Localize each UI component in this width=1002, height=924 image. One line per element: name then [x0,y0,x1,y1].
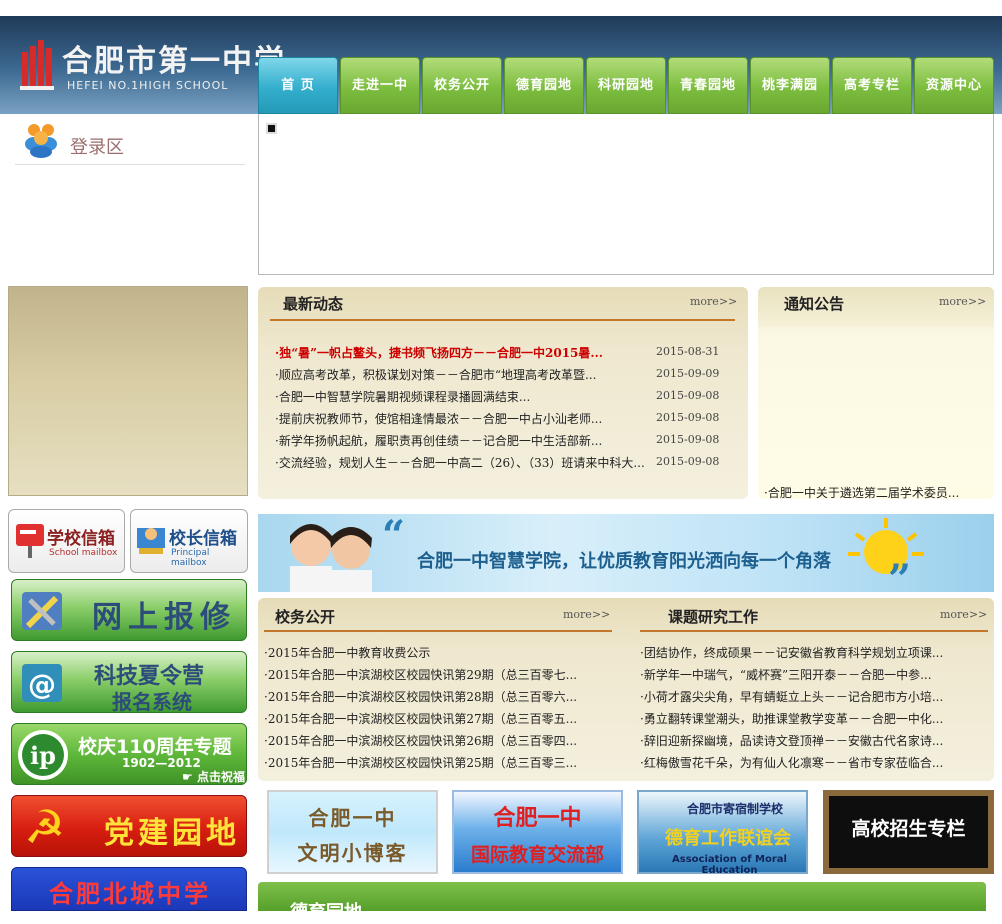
affairs-item-1[interactable]: ·2015年合肥一中滨湖校区校园快讯第29期（总三百零七... [264,666,609,683]
news-date-0: 2015-08-31 [656,345,720,358]
news-item-4[interactable]: ·新学年扬帆起航，履职责再创佳绩－－记合肥一中生活部新... [275,432,647,449]
beicheng-school-label: 合肥北城中学 [49,880,211,908]
party-building-button[interactable]: ☭ 党建园地 [11,795,247,857]
online-repair-label: 网上报修 [92,600,236,635]
nav-alumni[interactable]: 桃李满园 [750,57,830,114]
top-strip [0,0,1002,16]
college-admission-banner[interactable]: 高校招生专栏 [823,790,994,874]
slideshow-control-icon[interactable] [266,123,277,134]
principal-mailbox-en: Principal mailbox [171,548,210,568]
nav-resources[interactable]: 资源中心 [914,57,994,114]
news-item-2[interactable]: ·合肥一中智慧学院暑期视频课程录播圆满结束... [275,388,647,405]
research-item-2[interactable]: ·小荷才露尖尖角，早有蜻蜓立上头－－记合肥市方小培... [640,688,990,705]
research-item-3[interactable]: ·勇立翻转课堂潮头，助推课堂教学变革－－合肥一中化... [640,710,990,727]
news-title: 最新动态 [283,295,344,313]
international-exchange-banner[interactable]: 合肥一中 国际教育交流部 [452,790,623,874]
blog-line2: 文明小博客 [297,841,408,865]
school-name-en: HEFEI NO.1HIGH SCHOOL [67,79,229,92]
school-mailbox-button[interactable]: 学校信箱 School mailbox [8,509,125,573]
nav-moral[interactable]: 德育园地 [504,57,584,114]
login-label[interactable]: 登录区 [70,133,124,159]
nav-affairs[interactable]: 校务公开 [422,57,502,114]
beicheng-school-button[interactable]: 合肥北城中学 [11,867,247,911]
party-building-label: 党建园地 [104,816,240,851]
notice-item-0[interactable]: ·合肥一中关于遴选第二届学术委员... [764,484,989,501]
nav-youth[interactable]: 青春园地 [668,57,748,114]
news-item-0[interactable]: ·独“暑”一帜占鳌头，捷书频飞扬四方－－合肥一中2015暑... [275,344,647,361]
school-mailbox-label: 学校信箱 [47,529,115,549]
affairs-title: 校务公开 [275,608,336,626]
anniversary-logo-icon: ip [18,730,68,780]
nav-about[interactable]: 走进一中 [340,57,420,114]
school-mailbox-en: School mailbox [49,548,118,558]
news-item-1[interactable]: ·顺应高考改革，积极谋划对策－－合肥市“地理高考改革暨... [275,366,647,383]
affairs-item-3[interactable]: ·2015年合肥一中滨湖校区校园快讯第27期（总三百零五... [264,710,609,727]
login-divider [15,164,245,165]
affairs-more-link[interactable]: more>> [563,608,610,621]
hammer-sickle-icon: ☭ [24,800,66,854]
civilized-blog-banner[interactable]: 合肥一中 文明小博客 [267,790,438,874]
svg-text:@: @ [28,668,56,701]
notice-title: 通知公告 [784,295,845,313]
research-divider [640,630,988,632]
nav-research[interactable]: 科研园地 [586,57,666,114]
research-title: 课题研究工作 [668,608,759,626]
college-label: 高校招生专栏 [851,818,966,840]
students-photo [290,524,372,592]
moral-line2: 德育工作联谊会 [665,828,791,849]
anniversary-link: ☛ 点击祝福 [182,770,245,784]
moral-en: Association of Moral Education [672,854,787,876]
news-date-2: 2015-09-08 [656,389,720,402]
moral-education-banner[interactable]: 合肥市寄宿制学校 德育工作联谊会 Association of Moral Ed… [637,790,808,876]
affairs-item-4[interactable]: ·2015年合肥一中滨湖校区校园快讯第26期（总三百零四... [264,732,609,749]
news-date-4: 2015-09-08 [656,433,720,446]
summer-camp-button[interactable]: @ 科技夏令营 报名系统 [11,651,247,713]
news-date-3: 2015-09-08 [656,411,720,424]
quote-open: “ [382,512,406,559]
blog-line1: 合肥一中 [308,806,397,830]
nav-gaokao[interactable]: 高考专栏 [832,57,912,114]
news-item-3[interactable]: ·提前庆祝教师节，使馆相逢情最浓－－合肥一中占小汕老师... [275,410,647,427]
research-more-link[interactable]: more>> [940,608,987,621]
affairs-divider [264,630,612,632]
users-icon [25,124,57,158]
online-repair-button[interactable]: 网上报修 [11,579,247,641]
principal-mailbox-label: 校长信箱 [169,529,237,549]
left-photo-placeholder[interactable] [8,286,248,496]
banner-slogan: 合肥一中智慧学院，让优质教育阳光洒向每一个角落 [417,551,831,572]
affairs-item-0[interactable]: ·2015年合肥一中教育收费公示 [264,644,609,661]
research-item-0[interactable]: ·团结协作，终成硕果－－记安徽省教育科学规划立项课... [640,644,990,661]
news-date-5: 2015-09-08 [656,455,720,468]
moral-section-title[interactable]: 德育园地 [290,898,362,924]
slideshow-area[interactable] [258,114,994,275]
affairs-item-2[interactable]: ·2015年合肥一中滨湖校区校园快讯第28期（总三百零六... [264,688,609,705]
school-logo-icon[interactable] [20,38,54,90]
moral-section-header: 德育园地 [258,882,986,923]
notice-more-link[interactable]: more>> [939,295,986,308]
school-name-cn: 合肥市第一中学 [62,44,286,79]
principal-mailbox-button[interactable]: 校长信箱 Principal mailbox [130,509,248,573]
research-item-5[interactable]: ·红梅傲雪花千朵，为有仙人化凛寒－－省市专家莅临合... [640,754,990,771]
news-divider [270,319,735,321]
research-item-4[interactable]: ·辞旧迎新探幽境，品读诗文登顶禅－－安徽古代名家诗... [640,732,990,749]
tools-icon [22,592,62,630]
nav-home[interactable]: 首 页 [258,57,338,114]
principal-mailbox-icon [137,528,165,554]
quote-close: ” [888,556,912,603]
svg-text:ip: ip [30,741,56,770]
mailbox-icon [16,524,44,558]
research-item-1[interactable]: ·新学年一中瑞气，“威杯赛”三阳开泰－－合肥一中参... [640,666,990,683]
summer-camp-line2: 报名系统 [112,690,192,713]
email-at-icon: @ [22,664,62,702]
news-date-1: 2015-09-09 [656,367,720,380]
news-more-link[interactable]: more>> [690,295,737,308]
sun-icon [848,518,924,574]
affairs-item-5[interactable]: ·2015年合肥一中滨湖校区校园快讯第25期（总三百零三... [264,754,609,771]
moral-line1: 合肥市寄宿制学校 [687,802,784,816]
intl-line2: 国际教育交流部 [470,844,604,866]
anniversary-title: 校庆110周年专题 [78,736,232,758]
news-item-5[interactable]: ·交流经验，规划人生－－合肥一中高二（26）、（33）班请来中科大... [275,454,650,471]
anniversary-button[interactable]: ip 校庆110周年专题 1902—2012 ☛ 点击祝福 [11,723,247,785]
intl-line1: 合肥一中 [493,806,582,831]
